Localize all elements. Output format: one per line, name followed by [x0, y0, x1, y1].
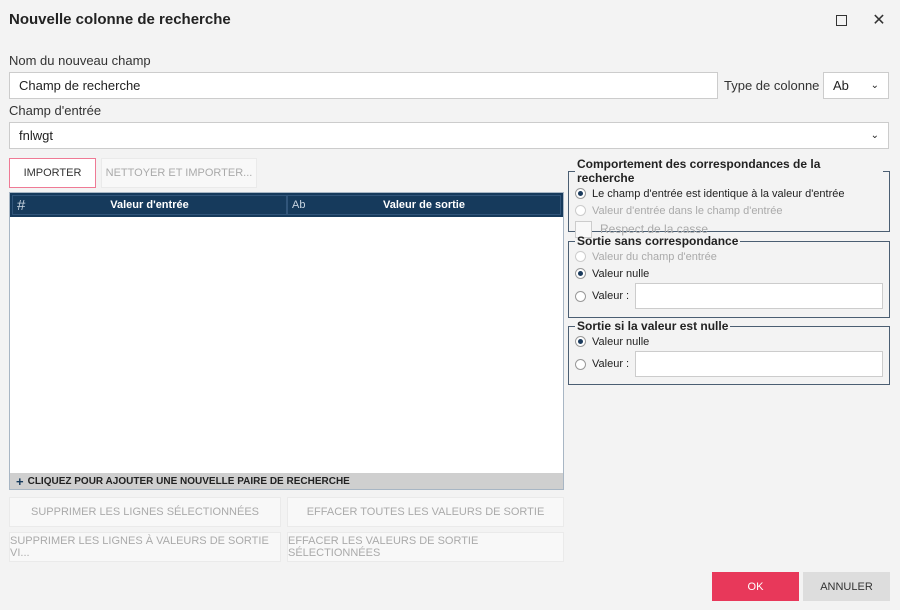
new-field-input[interactable]: Champ de recherche	[9, 72, 718, 99]
radio-custom-value[interactable]: Valeur :	[575, 350, 883, 378]
radio-null-value[interactable]: Valeur nulle	[575, 265, 883, 282]
new-field-label: Nom du nouveau champ	[9, 53, 151, 68]
add-row-label: CLIQUEZ POUR AJOUTER UNE NOUVELLE PAIRE …	[27, 475, 350, 487]
delete-selected-button[interactable]: SUPPRIMER LES LIGNES SÉLECTIONNÉES	[9, 497, 281, 527]
column-input-label: Valeur d'entrée	[110, 199, 189, 211]
text-type-icon: Ab	[292, 199, 306, 211]
maximize-icon[interactable]	[829, 8, 853, 32]
option-label: Valeur du champ d'entrée	[592, 250, 717, 263]
input-field-label: Champ d'entrée	[9, 103, 102, 118]
grid-header: # Valeur d'entrée Ab Valeur de sortie	[10, 193, 563, 217]
radio-icon	[575, 358, 586, 370]
option-label: Le champ d'entrée est identique à la val…	[592, 187, 845, 200]
add-lookup-pair-row[interactable]: + CLIQUEZ POUR AJOUTER UNE NOUVELLE PAIRE…	[10, 473, 563, 489]
radio-custom-value[interactable]: Valeur :	[575, 282, 883, 310]
option-label: Valeur :	[592, 358, 630, 370]
no-match-group: Sortie sans correspondance Valeur du cha…	[568, 234, 890, 318]
radio-input-field-value[interactable]: Valeur du champ d'entrée	[575, 248, 883, 265]
input-field-select[interactable]: fnlwgt ⌄	[9, 122, 889, 149]
ok-button[interactable]: OK	[712, 572, 799, 601]
column-input-value[interactable]: # Valeur d'entrée	[12, 195, 287, 215]
clear-all-outputs-button[interactable]: EFFACER TOUTES LES VALEURS DE SORTIE	[287, 497, 564, 527]
chevron-down-icon: ⌄	[870, 130, 879, 141]
radio-icon	[575, 188, 586, 199]
radio-icon	[575, 290, 586, 302]
radio-icon	[575, 336, 586, 347]
null-output-title: Sortie si la valeur est nulle	[577, 319, 729, 333]
cancel-button[interactable]: ANNULER	[803, 572, 890, 601]
match-behavior-group: Comportement des correspondances de la r…	[568, 157, 890, 238]
option-label: Valeur nulle	[592, 267, 650, 280]
hash-icon: #	[17, 196, 26, 214]
column-output-value[interactable]: Ab Valeur de sortie	[287, 195, 561, 215]
close-icon[interactable]: ✕	[867, 8, 891, 32]
radio-icon	[575, 205, 586, 216]
column-type-select[interactable]: Ab ⌄	[823, 72, 889, 99]
import-button[interactable]: IMPORTER	[9, 158, 96, 188]
radio-icon	[575, 268, 586, 279]
radio-exact-match[interactable]: Le champ d'entrée est identique à la val…	[575, 185, 883, 202]
column-output-label: Valeur de sortie	[383, 199, 465, 211]
plus-icon: +	[16, 473, 24, 489]
clean-import-button[interactable]: NETTOYER ET IMPORTER...	[101, 158, 257, 188]
option-label: Valeur :	[592, 290, 630, 302]
radio-contains-match[interactable]: Valeur d'entrée dans le champ d'entrée	[575, 202, 883, 219]
radio-icon	[575, 251, 586, 262]
lookup-grid[interactable]: # Valeur d'entrée Ab Valeur de sortie + CLI…	[9, 192, 564, 490]
dialog-title: Nouvelle colonne de recherche	[9, 11, 231, 28]
no-match-value-input[interactable]	[635, 283, 883, 309]
column-type-label: Type de colonne :	[724, 78, 827, 93]
option-label: Valeur d'entrée dans le champ d'entrée	[592, 204, 783, 217]
chevron-down-icon: ⌄	[870, 80, 879, 91]
clear-selected-outputs-button[interactable]: EFFACER LES VALEURS DE SORTIE SÉLECTIONN…	[287, 532, 564, 562]
radio-null-value[interactable]: Valeur nulle	[575, 333, 883, 350]
no-match-title: Sortie sans correspondance	[577, 234, 739, 248]
delete-empty-output-button[interactable]: SUPPRIMER LES LIGNES À VALEURS DE SORTIE…	[9, 532, 281, 562]
null-output-value-input[interactable]	[635, 351, 883, 377]
column-type-value: Ab	[833, 78, 849, 93]
null-output-group: Sortie si la valeur est nulle Valeur nul…	[568, 319, 890, 385]
input-field-value: fnlwgt	[19, 128, 53, 143]
match-behavior-title: Comportement des correspondances de la r…	[577, 157, 821, 185]
option-label: Valeur nulle	[592, 335, 650, 348]
